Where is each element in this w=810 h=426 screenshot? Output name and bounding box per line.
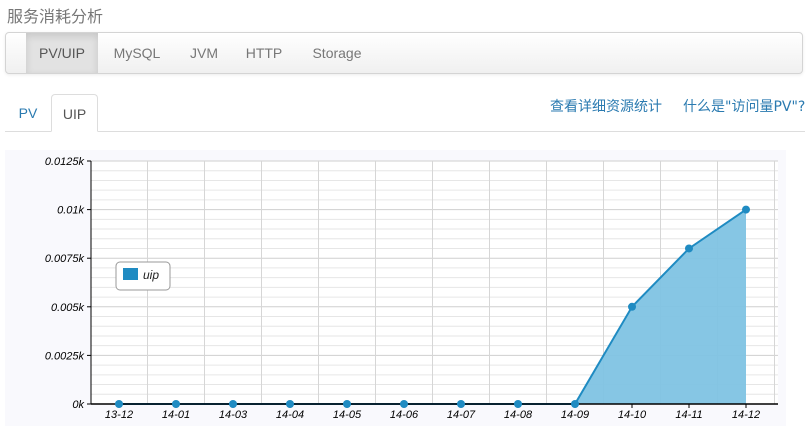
x-tick-label: 14-06 <box>390 409 419 421</box>
x-tick-label: 14-11 <box>675 409 702 421</box>
y-tick-label: 0.005k <box>51 302 85 314</box>
x-tick-label: 14-12 <box>732 409 760 421</box>
x-tick-label: 14-03 <box>219 409 248 421</box>
x-tick-label: 14-04 <box>276 409 304 421</box>
x-tick-label: 14-10 <box>618 409 647 421</box>
y-tick-label: 0.0025k <box>45 350 85 362</box>
uip-data-point <box>172 400 180 408</box>
x-tick-label: 14-08 <box>504 409 533 421</box>
y-tick-label: 0.01k <box>57 205 84 217</box>
legend-label: uip <box>143 268 159 282</box>
uip-data-point <box>400 400 408 408</box>
uip-data-point <box>457 400 465 408</box>
legend-swatch <box>123 268 138 280</box>
uip-chart: 0k 0.0025k 0.005k 0.0075k 0.01k 0.0125k 13-12 1… <box>45 156 778 421</box>
x-tick-label: 14-05 <box>333 409 362 421</box>
y-tick-label: 0k <box>72 399 84 411</box>
uip-data-point <box>628 302 636 311</box>
uip-data-point <box>514 400 522 408</box>
uip-data-point <box>571 400 579 408</box>
uip-data-point <box>286 400 294 408</box>
uip-data-point <box>229 400 237 408</box>
uip-data-point <box>343 400 351 408</box>
x-tick-label: 14-09 <box>561 409 589 421</box>
x-tick-label: 14-01 <box>162 409 190 421</box>
chart-legend: uip <box>115 261 171 291</box>
uip-data-point <box>742 205 750 214</box>
x-tick-label: 14-07 <box>447 409 476 421</box>
y-tick-label: 0.0075k <box>45 253 85 265</box>
y-tick-label: 0.0125k <box>45 156 85 168</box>
uip-data-point <box>115 400 123 408</box>
uip-data-point <box>685 244 693 253</box>
x-tick-label: 13-12 <box>105 409 133 421</box>
